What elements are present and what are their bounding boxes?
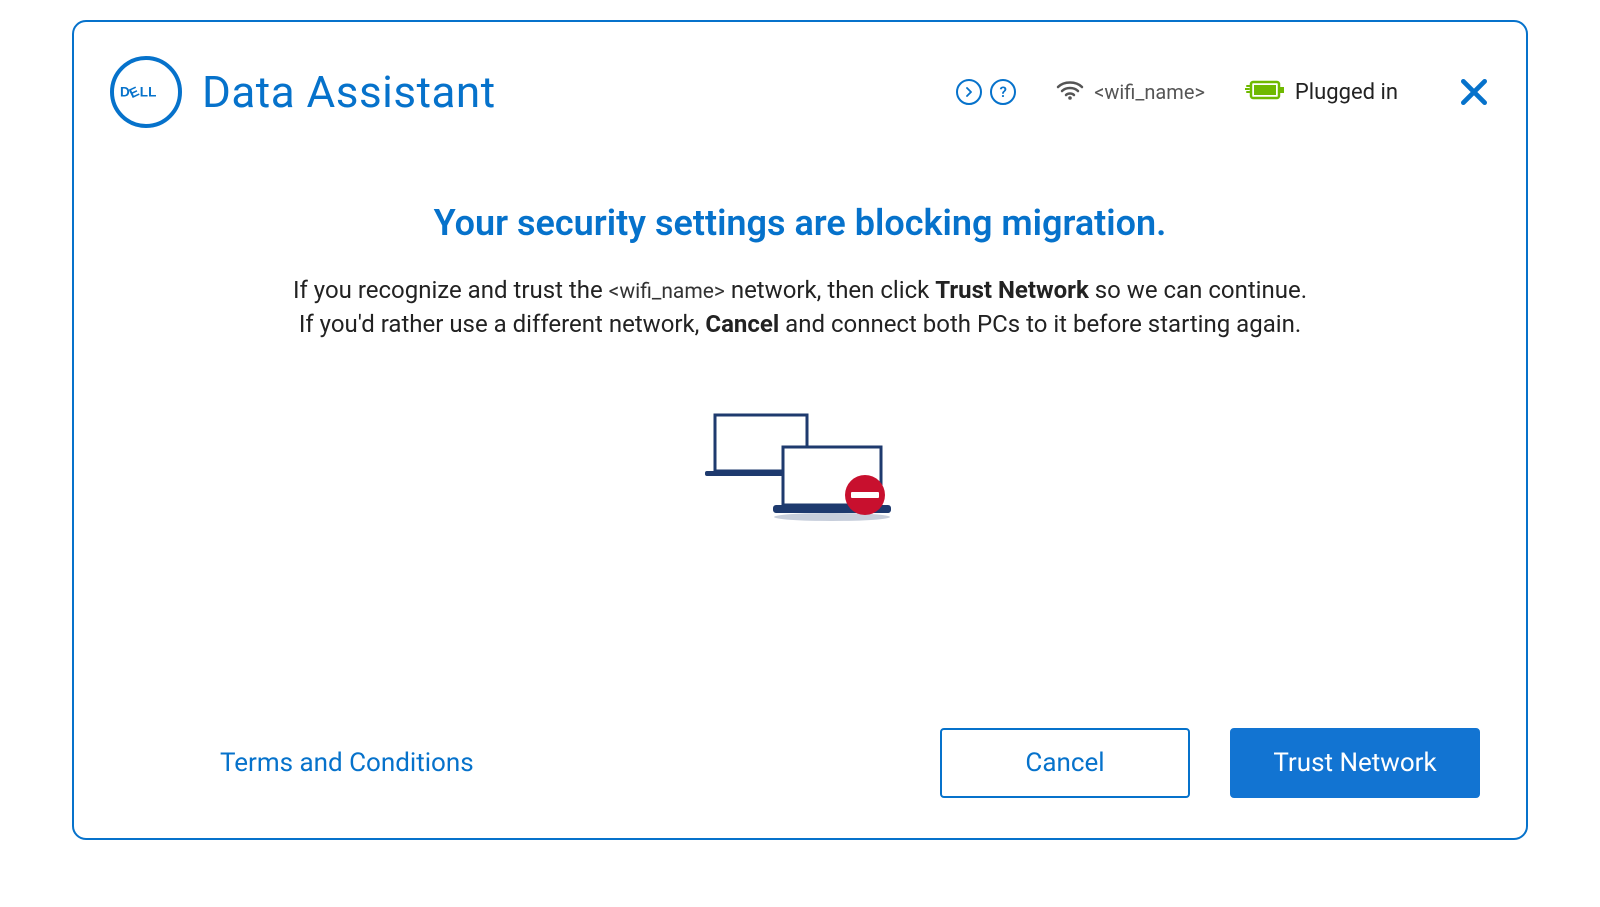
app-title: Data Assistant bbox=[202, 66, 496, 118]
two-laptops-blocked-icon bbox=[705, 411, 895, 531]
desc-part: and connect both PCs to it before starti… bbox=[785, 310, 1301, 338]
header-left: D E L L Data Assistant bbox=[110, 56, 496, 128]
help-icon[interactable]: ? bbox=[990, 79, 1016, 105]
wifi-status: <wifi_name> bbox=[1056, 79, 1205, 105]
power-status-label: Plugged in bbox=[1295, 80, 1398, 105]
close-button[interactable] bbox=[1458, 76, 1490, 108]
svg-text:L: L bbox=[140, 85, 148, 100]
page-title: Your security settings are blocking migr… bbox=[434, 202, 1167, 244]
cancel-strong: Cancel bbox=[705, 310, 779, 338]
footer-buttons: Cancel Trust Network bbox=[940, 728, 1480, 798]
power-status: Plugged in bbox=[1245, 78, 1398, 106]
footer-bar: Terms and Conditions Cancel Trust Networ… bbox=[110, 728, 1490, 808]
wifi-name-label: <wifi_name> bbox=[1094, 80, 1205, 104]
trust-network-strong: Trust Network bbox=[935, 276, 1089, 304]
header-right: ? <wifi_name> bbox=[956, 76, 1490, 108]
desc-part: If you recognize and trust the bbox=[293, 276, 609, 304]
svg-text:L: L bbox=[148, 85, 156, 100]
terms-and-conditions-link[interactable]: Terms and Conditions bbox=[220, 748, 474, 778]
battery-plugged-icon bbox=[1245, 78, 1285, 106]
app-window: D E L L Data Assistant ? bbox=[72, 20, 1528, 840]
wifi-icon bbox=[1056, 79, 1084, 105]
desc-part: If you'd rather use a different network, bbox=[299, 310, 706, 338]
desc-part: so we can continue. bbox=[1095, 276, 1307, 304]
desc-part: network, then click bbox=[731, 276, 935, 304]
content-area: Your security settings are blocking migr… bbox=[110, 132, 1490, 728]
next-icon[interactable] bbox=[956, 79, 982, 105]
wifi-name-token: <wifi_name> bbox=[609, 280, 725, 304]
header-icon-group: ? bbox=[956, 79, 1016, 105]
cancel-button[interactable]: Cancel bbox=[940, 728, 1190, 798]
header-bar: D E L L Data Assistant ? bbox=[110, 52, 1490, 132]
description-text: If you recognize and trust the <wifi_nam… bbox=[293, 274, 1307, 341]
trust-network-button[interactable]: Trust Network bbox=[1230, 728, 1480, 798]
dell-logo-icon: D E L L bbox=[110, 56, 182, 128]
